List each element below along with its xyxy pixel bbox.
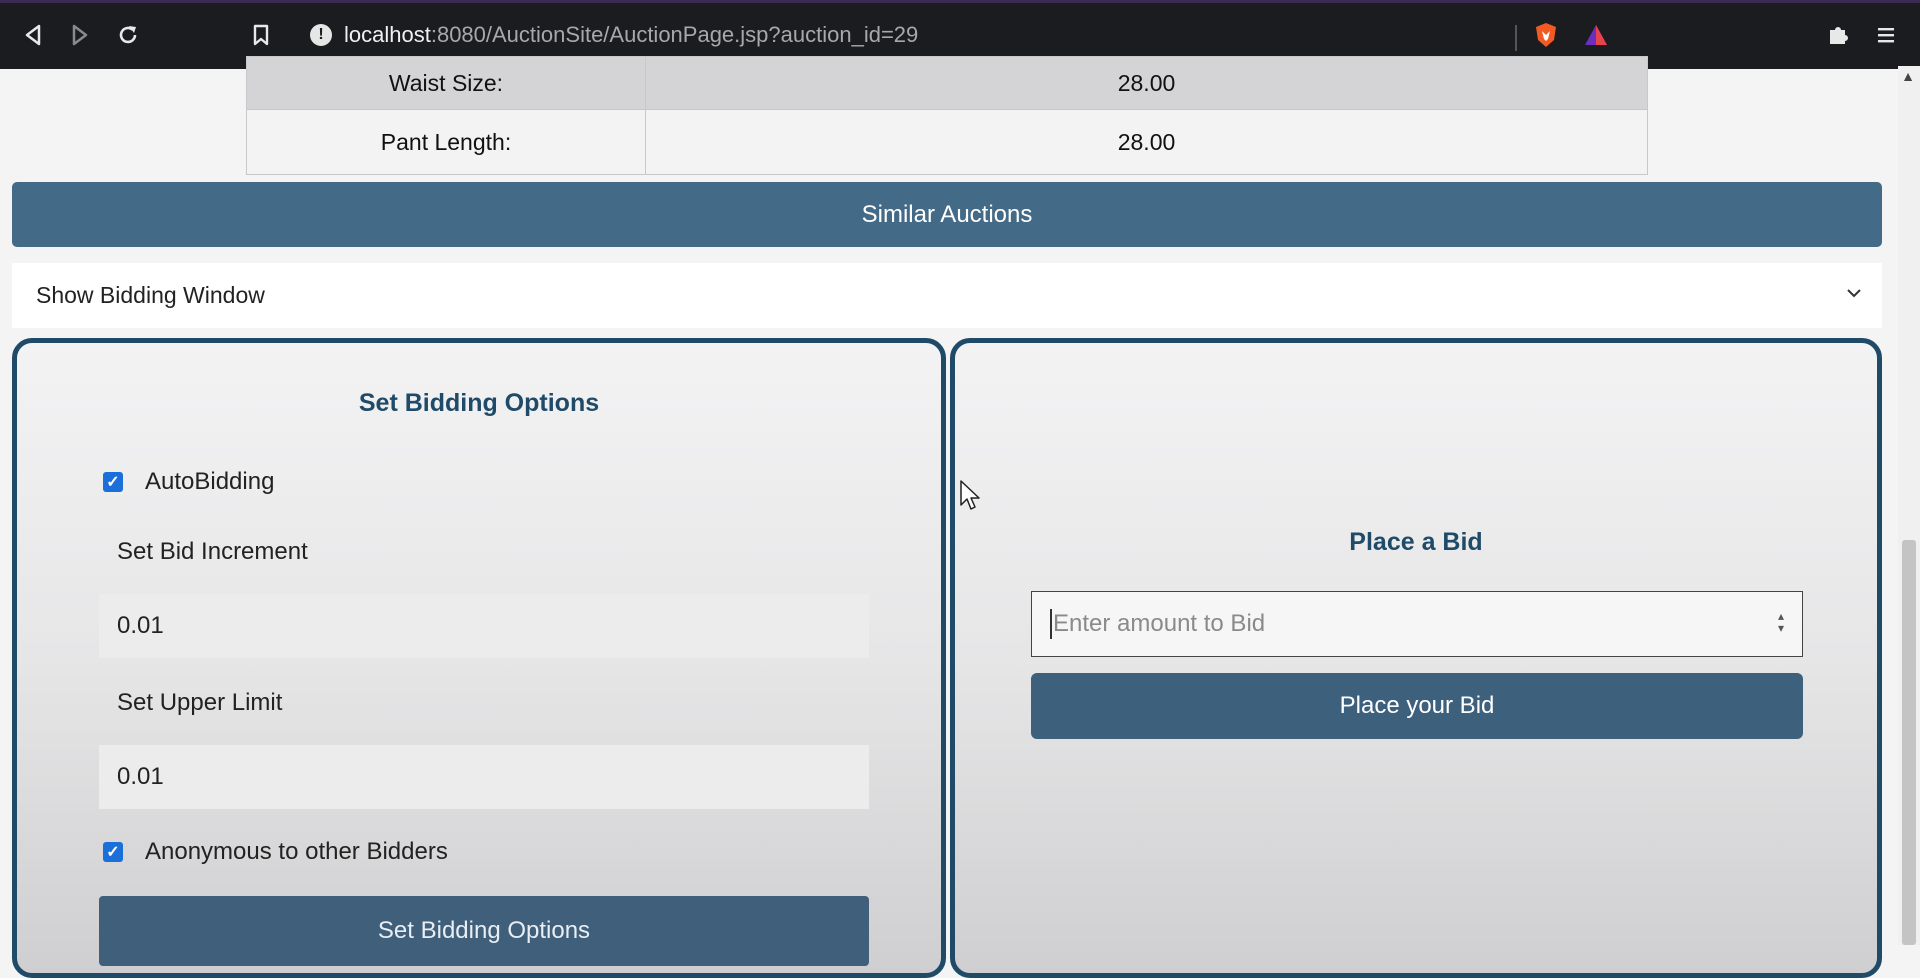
brave-rewards-icon[interactable]	[1578, 17, 1614, 53]
upper-limit-label: Set Upper Limit	[117, 689, 283, 716]
bidding-options-panel: Set Bidding Options ✓ AutoBidding Set Bi…	[12, 338, 946, 978]
anonymous-checkbox[interactable]: ✓	[103, 842, 123, 862]
extensions-icon[interactable]	[1820, 17, 1856, 53]
url-path: :8080/AuctionSite/AuctionPage.jsp?auctio…	[430, 22, 919, 47]
autobidding-label: AutoBidding	[145, 468, 275, 495]
bid-increment-input[interactable]: 0.01	[99, 594, 869, 658]
spec-value: 28.00	[645, 56, 1648, 110]
set-bidding-options-button[interactable]: Set Bidding Options	[99, 896, 869, 966]
text-caret	[1050, 609, 1052, 639]
forward-icon[interactable]	[62, 17, 98, 53]
autobidding-checkbox[interactable]: ✓	[103, 472, 123, 492]
url-host: localhost	[344, 22, 431, 47]
address-bar[interactable]: ! localhost:8080/AuctionSite/AuctionPage…	[310, 17, 1510, 53]
chevron-down-icon[interactable]	[1846, 281, 1862, 304]
autobidding-row[interactable]: ✓ AutoBidding	[103, 468, 274, 496]
toolbar-divider	[1515, 25, 1517, 51]
bid-increment-label: Set Bid Increment	[117, 538, 308, 565]
bidding-options-title: Set Bidding Options	[358, 389, 600, 417]
info-icon[interactable]: !	[310, 24, 332, 46]
bid-amount-input[interactable]: Enter amount to Bid ▴ ▾	[1031, 591, 1803, 657]
spec-value: 28.00	[645, 109, 1648, 175]
table-row: Waist Size: 28.00	[246, 56, 1648, 110]
mouse-pointer-icon	[960, 480, 982, 517]
table-row: Pant Length: 28.00	[246, 109, 1648, 175]
anonymous-row[interactable]: ✓ Anonymous to other Bidders	[103, 838, 448, 866]
number-spinner-icon[interactable]: ▴ ▾	[1778, 610, 1784, 634]
spec-label: Waist Size:	[246, 56, 646, 110]
similar-auctions-button[interactable]: Similar Auctions	[12, 182, 1882, 247]
scrollbar-thumb[interactable]	[1902, 540, 1916, 945]
back-icon[interactable]	[15, 17, 51, 53]
item-specs-table: Waist Size: 28.00 Pant Length: 28.00	[246, 56, 1648, 175]
bidding-window-accordion[interactable]: Show Bidding Window	[12, 263, 1882, 328]
anonymous-label: Anonymous to other Bidders	[145, 838, 448, 865]
bookmark-icon[interactable]	[243, 17, 279, 53]
bid-amount-placeholder: Enter amount to Bid	[1053, 610, 1266, 637]
place-bid-title: Place a Bid	[1349, 528, 1483, 556]
reload-icon[interactable]	[110, 17, 146, 53]
scroll-up-icon[interactable]: ▲	[1901, 68, 1915, 84]
upper-limit-input[interactable]: 0.01	[99, 745, 869, 809]
place-bid-panel: Place a Bid Enter amount to Bid ▴ ▾ Place…	[950, 338, 1882, 978]
place-bid-button[interactable]: Place your Bid	[1031, 673, 1803, 739]
accordion-title: Show Bidding Window	[36, 282, 265, 308]
spec-label: Pant Length:	[246, 109, 646, 175]
menu-icon[interactable]	[1868, 17, 1904, 53]
brave-shield-icon[interactable]	[1528, 17, 1564, 53]
